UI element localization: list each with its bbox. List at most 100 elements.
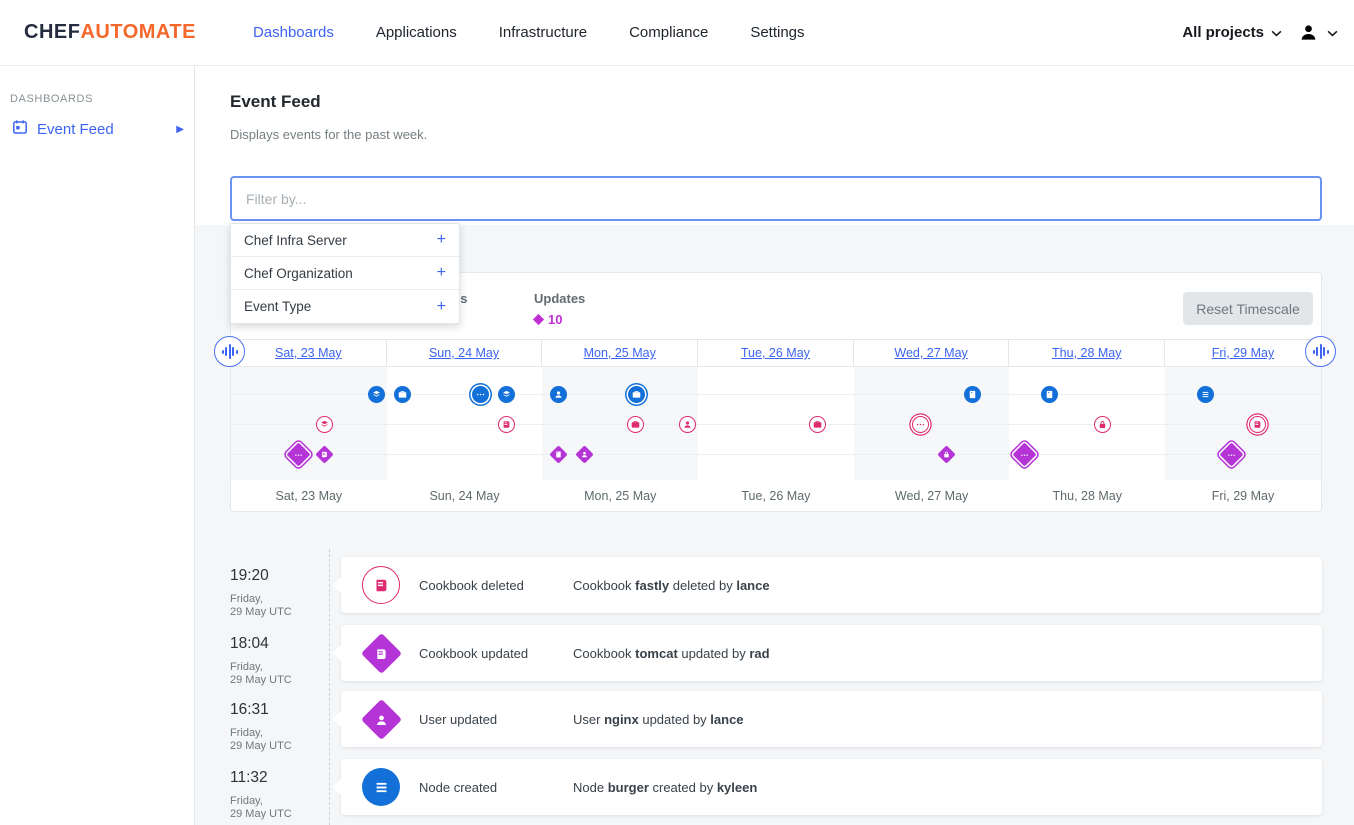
stack-event-icon[interactable] (498, 386, 515, 403)
chevron-down-icon[interactable] (1271, 30, 1282, 37)
ellipsis-event-icon[interactable] (472, 386, 489, 403)
timescale-slider-right-button[interactable] (1305, 336, 1336, 367)
feed-date: 29 May UTC (230, 808, 292, 820)
book-icon (362, 634, 400, 672)
person-icon (362, 700, 400, 738)
feed-time: 18:04 (230, 635, 269, 653)
book-event-icon[interactable] (1249, 416, 1266, 433)
day-link[interactable]: Thu, 28 May (1052, 346, 1121, 360)
expand-arrow-icon[interactable]: ▶ (176, 124, 184, 135)
feed-event-description: Cookbook fastly deleted by lance (573, 578, 770, 593)
day-label: Fri, 29 May (1165, 489, 1321, 503)
day-header-cell: Tue, 26 May (698, 340, 854, 366)
list-event-icon[interactable] (1197, 386, 1214, 403)
feed-event-type: User updated (419, 712, 497, 727)
event-feed-list: 19:20Friday,29 May UTCCookbook deletedCo… (230, 545, 1322, 825)
feed-event-type: Cookbook updated (419, 646, 528, 661)
day-label: Tue, 26 May (698, 489, 854, 503)
day-header-row: Sat, 23 May Sun, 24 May Mon, 25 May Tue, 26… (231, 339, 1321, 367)
sidebar-item-label: Event Feed (37, 121, 114, 138)
nav-right: All projects (1182, 21, 1354, 44)
feed-time: 11:32 (230, 769, 268, 787)
filter-category-label: Chef Infra Server (244, 233, 347, 248)
lock-event-icon[interactable] (1094, 416, 1111, 433)
chevron-down-icon[interactable] (1327, 30, 1338, 37)
filter-category-event-type[interactable]: Event Type + (231, 290, 459, 323)
nav-item-dashboards[interactable]: Dashboards (232, 24, 355, 41)
feed-event-type: Node created (419, 780, 497, 795)
logo-chef: CHEF (24, 21, 80, 43)
plus-icon[interactable]: + (437, 265, 446, 281)
feed-day: Friday, (230, 795, 263, 807)
timescale-slider-left-button[interactable] (214, 336, 245, 367)
filter-dropdown: Chef Infra Server+Chef Organization+Even… (230, 223, 460, 324)
filter-input[interactable] (230, 176, 1322, 221)
person-event-icon[interactable] (550, 386, 567, 403)
calendar-icon (12, 119, 28, 140)
feed-event-type: Cookbook deleted (419, 578, 524, 593)
book-icon (362, 566, 400, 604)
book-event-icon[interactable] (498, 416, 515, 433)
day-header-cell: Mon, 25 May (542, 340, 698, 366)
stack-event-icon[interactable] (316, 416, 333, 433)
day-label: Sun, 24 May (387, 489, 543, 503)
day-link[interactable]: Sat, 23 May (275, 346, 342, 360)
legend-count: 10 (534, 312, 585, 327)
node-event-icon[interactable] (1041, 386, 1058, 403)
legend-label: Updates (534, 291, 585, 306)
day-link[interactable]: Fri, 29 May (1212, 346, 1275, 360)
day-label: Wed, 27 May (854, 489, 1010, 503)
node-event-icon[interactable] (964, 386, 981, 403)
legend-updates: Updates 10 (534, 291, 585, 327)
feed-date: 29 May UTC (230, 740, 292, 752)
day-link[interactable]: Sun, 24 May (429, 346, 499, 360)
day-header-cell: Thu, 28 May (1009, 340, 1165, 366)
user-avatar-icon[interactable] (1297, 21, 1320, 44)
grid-row-line (231, 454, 1321, 455)
nav-item-settings[interactable]: Settings (729, 24, 825, 41)
day-link[interactable]: Tue, 26 May (741, 346, 810, 360)
projects-filter-label[interactable]: All projects (1182, 24, 1264, 41)
day-link[interactable]: Wed, 27 May (894, 346, 967, 360)
card-tail (332, 711, 341, 727)
day-header-cell: Fri, 29 May (1165, 340, 1321, 366)
card-tail (332, 645, 341, 661)
briefcase-event-icon[interactable] (394, 386, 411, 403)
ellipsis-event-icon[interactable] (912, 416, 929, 433)
diamond-marker-icon (533, 314, 544, 325)
day-link[interactable]: Mon, 25 May (584, 346, 656, 360)
day-label: Mon, 25 May (542, 489, 698, 503)
nav-item-compliance[interactable]: Compliance (608, 24, 729, 41)
feed-card: Node createdNode burger created by kylee… (341, 759, 1322, 815)
chef-automate-logo[interactable]: CHEFAUTOMATE (24, 21, 196, 44)
sidebar-item-event-feed[interactable]: Event Feed ▶ (12, 119, 184, 140)
briefcase-event-icon[interactable] (627, 416, 644, 433)
briefcase-event-icon[interactable] (809, 416, 826, 433)
briefcase-event-icon[interactable] (628, 386, 645, 403)
reset-timescale-button[interactable]: Reset Timescale (1183, 292, 1313, 325)
stack-event-icon[interactable] (368, 386, 385, 403)
filter-category-label: Event Type (244, 299, 311, 314)
feed-day: Friday, (230, 593, 263, 605)
nav-item-applications[interactable]: Applications (355, 24, 478, 41)
filter-category-chef-infra-server[interactable]: Chef Infra Server + (231, 224, 459, 257)
feed-card: User updatedUser nginx updated by lance (341, 691, 1322, 747)
plus-icon[interactable]: + (437, 232, 446, 248)
filter-category-chef-organization[interactable]: Chef Organization + (231, 257, 459, 290)
day-label-row: Sat, 23 MaySun, 24 MayMon, 25 MayTue, 26… (231, 480, 1321, 512)
day-header-cell: Sat, 23 May (231, 340, 387, 366)
feed-event-description: Cookbook tomcat updated by rad (573, 646, 770, 661)
plus-icon[interactable]: + (437, 299, 446, 315)
timeline-dashed-line (329, 549, 330, 825)
app-window: CHEFAUTOMATE DashboardsApplicationsInfra… (0, 0, 1354, 825)
person-event-icon[interactable] (679, 416, 696, 433)
card-tail (332, 779, 341, 795)
page-title: Event Feed (230, 92, 321, 112)
nav-item-infrastructure[interactable]: Infrastructure (478, 24, 608, 41)
sidebar-section-label: DASHBOARDS (10, 93, 194, 105)
feed-card: Cookbook deleted Cookbook fastly deleted … (341, 557, 1322, 613)
event-grid (231, 367, 1321, 480)
filter-category-label: Chef Organization (244, 266, 353, 281)
feed-date: 29 May UTC (230, 674, 292, 686)
day-header-cell: Wed, 27 May (854, 340, 1010, 366)
